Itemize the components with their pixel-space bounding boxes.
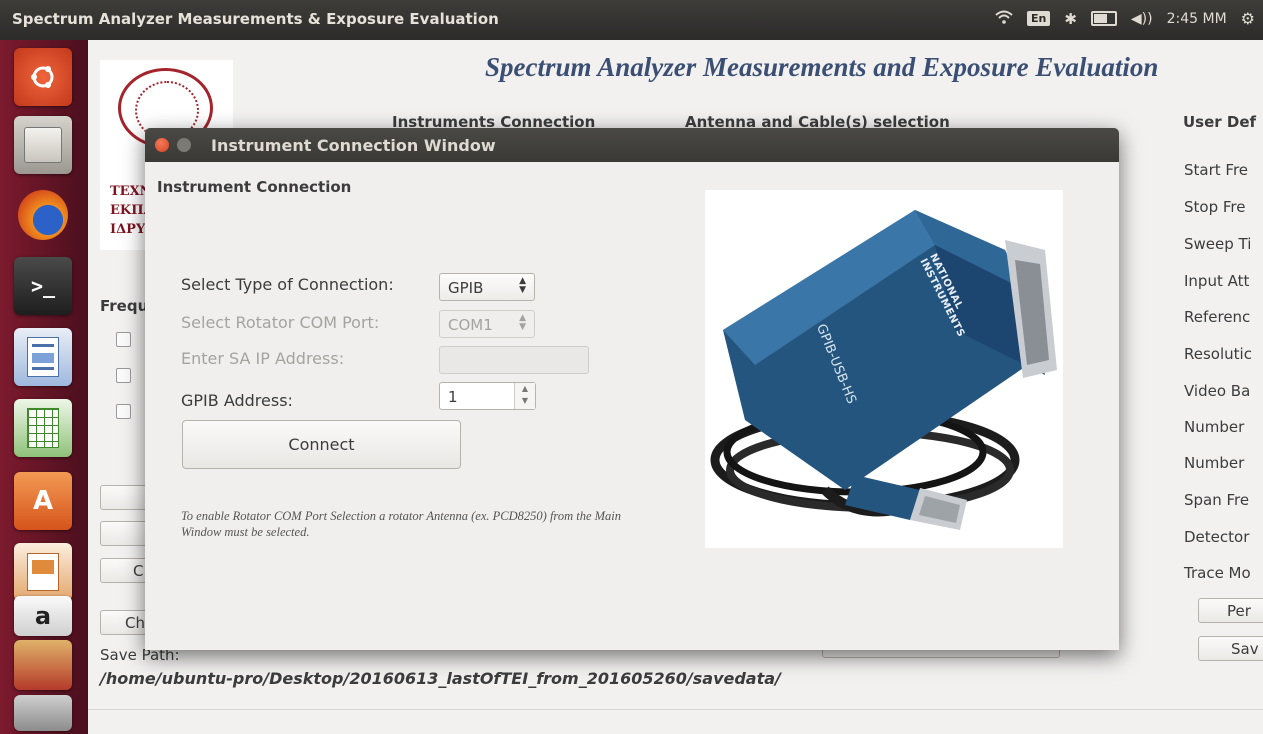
divider	[88, 709, 1263, 710]
top-panel: Spectrum Analyzer Measurements & Exposur…	[0, 0, 1263, 40]
frequency-checkbox-3[interactable]	[116, 404, 131, 419]
rotator-port-value: COM1	[448, 316, 493, 334]
wifi-icon[interactable]	[995, 10, 1013, 28]
save-button[interactable]: Sav	[1198, 636, 1263, 661]
label-start-freq: Start Fre	[1184, 161, 1249, 179]
rotator-port-select[interactable]: COM1 ▲ ▼	[439, 310, 535, 338]
frequency-checkbox-1[interactable]	[116, 332, 131, 347]
clock[interactable]: 2:45 MM	[1167, 11, 1227, 27]
settings-gear-icon[interactable]: ⚙	[1241, 9, 1255, 28]
writer-icon[interactable]	[14, 328, 72, 386]
instrument-connection-dialog: Instrument Connection Window Instrument …	[145, 128, 1119, 650]
calc-icon[interactable]	[14, 399, 72, 457]
stacked-apps-icon[interactable]	[14, 640, 72, 690]
page-title: Spectrum Analyzer Measurements and Expos…	[485, 52, 1159, 82]
section-user-defined-heading: User Def	[1183, 113, 1257, 131]
label-span-freq: Span Fre	[1184, 491, 1250, 509]
gpib-usb-adapter-image: NATIONAL INSTRUMENTS GPIB-USB-HS	[705, 190, 1063, 548]
volume-icon[interactable]: ◀))	[1131, 11, 1153, 27]
label-reference: Referenc	[1184, 308, 1251, 326]
frequency-checkbox-2[interactable]	[116, 368, 131, 383]
sa-ip-input[interactable]	[439, 346, 589, 374]
label-number-2: Number	[1184, 454, 1245, 472]
spin-arrows-icon[interactable]: ▲ ▼	[514, 383, 535, 409]
perform-button[interactable]: Per	[1198, 598, 1263, 623]
spin-arrows-icon: ▲ ▼	[519, 313, 526, 332]
label-resolution: Resolutic	[1184, 345, 1252, 363]
label-number-1: Number	[1184, 418, 1245, 436]
close-icon[interactable]	[155, 138, 169, 152]
dialog-heading: Instrument Connection	[157, 178, 352, 196]
connection-type-select[interactable]: GPIB ▲ ▼	[439, 273, 535, 301]
launcher: >_ A a	[0, 40, 89, 734]
spin-arrows-icon: ▲ ▼	[519, 276, 526, 295]
bluetooth-icon[interactable]: ✱	[1064, 10, 1077, 28]
connection-type-label: Select Type of Connection:	[181, 275, 394, 294]
dialog-titlebar[interactable]: Instrument Connection Window	[145, 128, 1119, 162]
ubuntu-icon[interactable]	[14, 48, 72, 106]
rotator-port-label: Select Rotator COM Port:	[181, 313, 380, 332]
gpib-address-label: GPIB Address:	[181, 391, 293, 410]
label-input-att: Input Att	[1184, 272, 1250, 290]
minimize-icon[interactable]	[177, 138, 191, 152]
frequency-group-label: Frequ	[100, 297, 149, 315]
rotator-note: To enable Rotator COM Port Selection a r…	[181, 509, 622, 539]
active-window-title: Spectrum Analyzer Measurements & Exposur…	[12, 10, 499, 28]
battery-icon[interactable]	[1090, 11, 1117, 26]
sa-ip-label: Enter SA IP Address:	[181, 349, 345, 368]
label-detector: Detector	[1184, 528, 1250, 546]
gpib-address-value: 1	[448, 388, 458, 406]
software-center-icon[interactable]: A	[14, 472, 72, 530]
firefox-icon[interactable]	[14, 186, 72, 244]
trash-icon[interactable]	[14, 695, 72, 731]
label-stop-freq: Stop Fre	[1184, 198, 1246, 216]
impress-icon[interactable]	[14, 543, 72, 601]
save-path-value: /home/ubuntu-pro/Desktop/20160613_lastOf…	[100, 669, 781, 688]
amazon-icon[interactable]: a	[14, 596, 72, 636]
label-trace-mode: Trace Mo	[1184, 564, 1251, 582]
system-tray: En ✱ ◀)) 2:45 MM ⚙	[995, 9, 1255, 28]
connect-button[interactable]: Connect	[182, 420, 461, 469]
label-sweep-time: Sweep Ti	[1184, 235, 1252, 253]
gpib-address-spinbox[interactable]: 1 ▲ ▼	[439, 382, 536, 410]
connection-type-value: GPIB	[448, 279, 484, 297]
dialog-title: Instrument Connection Window	[211, 136, 496, 155]
files-icon[interactable]	[14, 116, 72, 174]
label-video-bw: Video Ba	[1184, 382, 1251, 400]
terminal-icon[interactable]: >_	[14, 257, 72, 315]
keyboard-layout-indicator[interactable]: En	[1026, 11, 1051, 26]
